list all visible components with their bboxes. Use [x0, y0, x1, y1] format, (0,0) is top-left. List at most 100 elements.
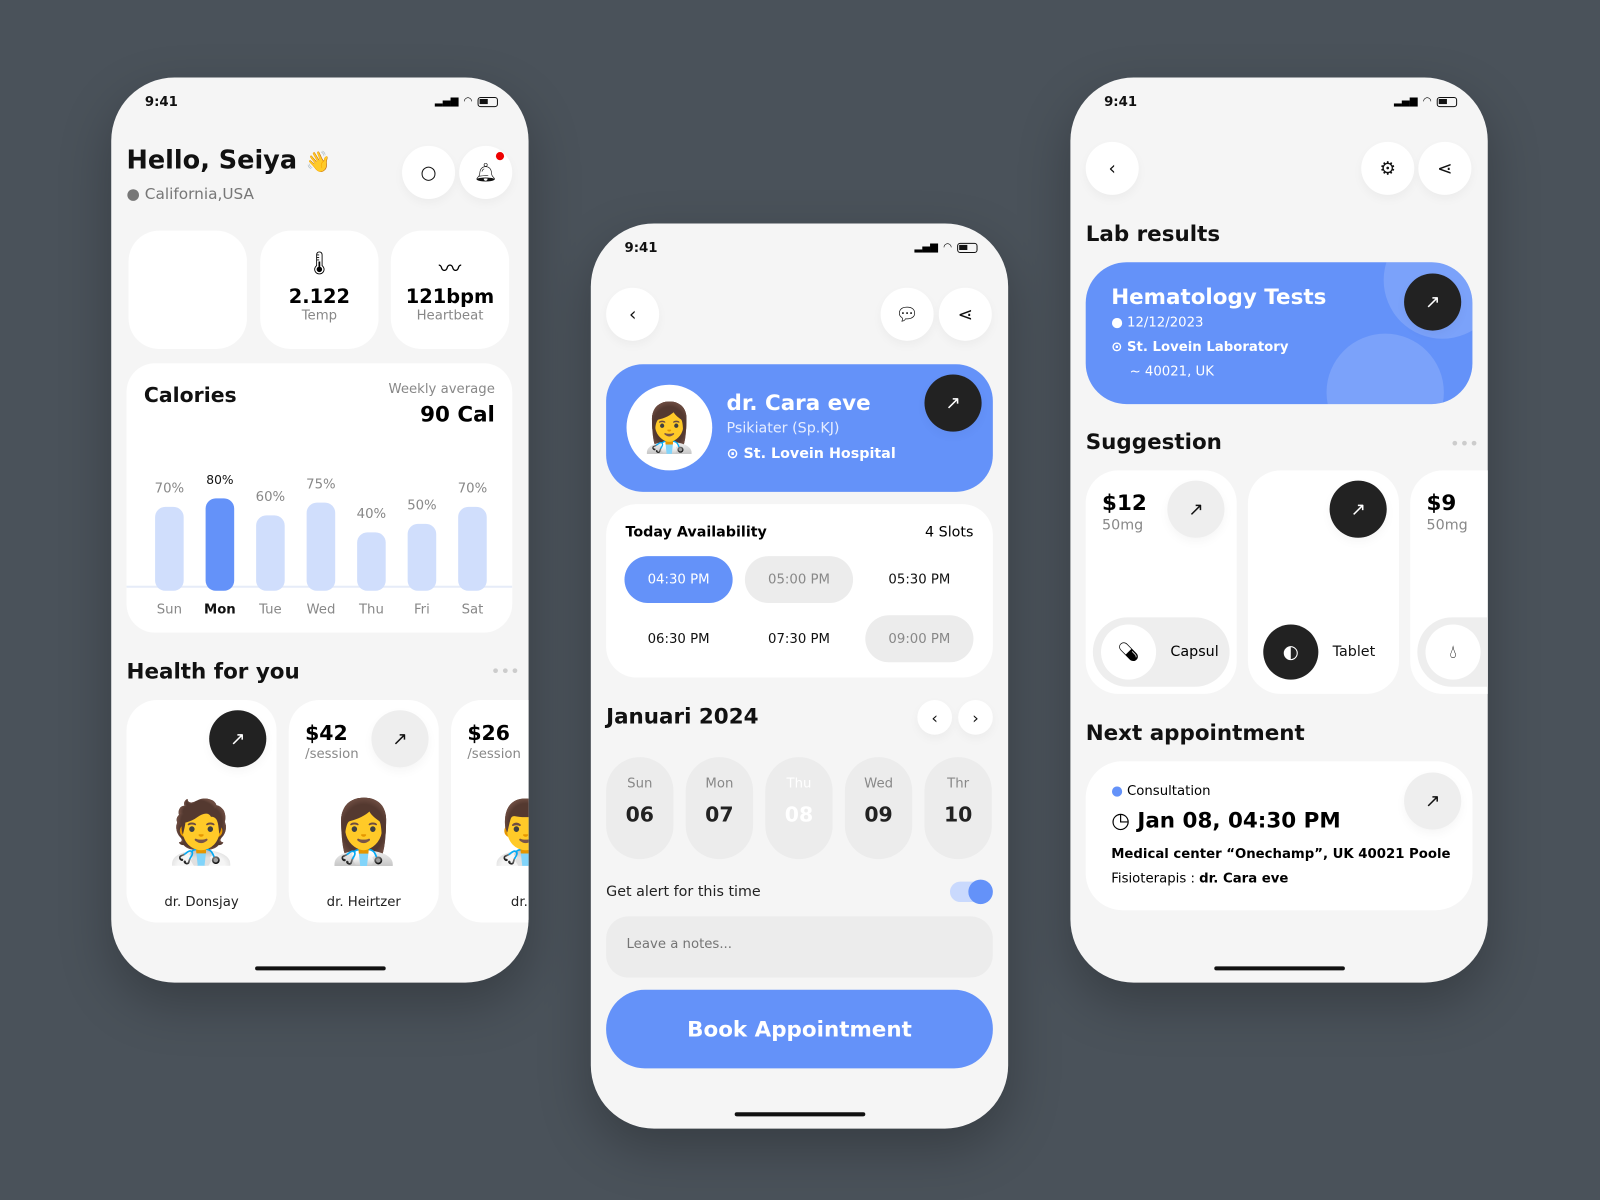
status-icons: ▂▄▆ ◠ — [1394, 95, 1458, 108]
lab-address: ~ 40021, UK — [1129, 364, 1214, 380]
hospital-name: St. Lovein Hospital — [743, 445, 896, 463]
day-name: Thu — [786, 776, 812, 792]
day-button[interactable]: Mon 07 — [685, 757, 754, 860]
chevron-left-icon: ‹ — [628, 303, 637, 325]
day-date: 09 — [864, 802, 893, 827]
med-card[interactable]: $12 50mg ↗ 💊︎ Capsul — [1085, 470, 1237, 694]
settings-button[interactable]: ⚙︎ — [1361, 141, 1415, 195]
more-icon[interactable]: ••• — [491, 661, 520, 680]
shoe-icon: 👟︎ — [173, 251, 203, 277]
pin-icon: ● — [126, 184, 140, 204]
arrow-up-right-icon: ↗ — [1350, 498, 1366, 520]
arrow-up-right-icon: ↗ — [945, 392, 961, 414]
prev-month-button[interactable]: ‹ — [917, 699, 953, 735]
share-button[interactable]: ⋖ — [938, 287, 992, 341]
doctor-profile-card[interactable]: 👩‍⚕️ dr. Cara eve Psikiater (Sp.KJ) ⊙ St… — [606, 364, 993, 492]
day-tick-label: Sun — [157, 602, 182, 617]
doctor-card[interactable]: $26/session 👨‍⚕️ dr. A — [451, 699, 529, 923]
doctor-name: dr. Heirtzer — [326, 894, 401, 911]
stat-label: Heartbeat — [416, 308, 484, 324]
med-form: ◐ Tablet — [1255, 617, 1392, 687]
slot-button[interactable]: 06:30 PM — [624, 615, 732, 662]
wifi-icon: ◠ — [1422, 95, 1432, 108]
open-med-button[interactable]: ↗ — [1329, 480, 1387, 538]
med-card[interactable]: $18 30mg ↗ ◐ Tablet — [1247, 470, 1399, 694]
open-profile-button[interactable]: ↗ — [924, 374, 982, 432]
book-appointment-button[interactable]: Book Appointment — [606, 989, 993, 1069]
bar-value-label: 75% — [306, 477, 335, 492]
appointment-doctor: Fisioterapis : dr. Cara eve — [1111, 871, 1288, 886]
stat-steps[interactable]: 👟︎ 5.342 Steps — [128, 230, 247, 349]
day-tick-label: Thu — [358, 602, 384, 617]
doctor-card[interactable]: $34/visit ↗ 🧑‍⚕️ dr. Donsjay — [126, 699, 277, 923]
calories-chart: 70% Sun 80% Mon 60% Tue 75% Wed 40% Thu 50% Fri 70% S… — [126, 473, 513, 617]
appointment-time: ◷ Jan 08, 04:30 PM — [1111, 808, 1340, 832]
calories-bar[interactable] — [458, 506, 487, 591]
open-test-button[interactable]: ↗ — [1404, 273, 1462, 331]
lab-title: Lab results — [1085, 221, 1221, 246]
status-icons: ▂▄▆ ◠ — [435, 96, 498, 107]
calories-bar[interactable] — [407, 523, 437, 591]
stat-temp[interactable]: 🌡︎ 2.122 Temp — [260, 230, 379, 349]
stat-label: Steps — [169, 308, 207, 324]
slot-button[interactable]: 04:30 PM — [624, 556, 733, 604]
open-button[interactable]: ↗ — [209, 710, 267, 768]
lab-test-card[interactable]: Hematology Tests ● 12/12/2023 ⊙ St. Love… — [1085, 262, 1473, 405]
day-button[interactable]: Sun 06 — [606, 757, 674, 860]
arrow-up-right-icon: ↗ — [1188, 498, 1204, 520]
day-tick-label: Sat — [462, 602, 484, 617]
calories-bar[interactable] — [306, 502, 336, 591]
back-button[interactable]: ‹ — [1085, 141, 1139, 195]
med-price: $12 — [1102, 490, 1147, 516]
back-button[interactable]: ‹ — [606, 287, 660, 341]
bar-value-label: 40% — [357, 507, 386, 522]
bar-value-label: 80% — [206, 473, 233, 487]
search-button[interactable]: ○ — [402, 145, 456, 199]
notes-input[interactable] — [606, 916, 993, 978]
test-name: Hematology Tests — [1111, 284, 1327, 310]
status-time: 9:41 — [624, 240, 658, 257]
open-appointment-button[interactable]: ↗ — [1404, 772, 1462, 830]
slot-button[interactable]: 07:30 PM — [745, 615, 853, 662]
suggestion-title: Suggestion — [1085, 429, 1222, 455]
chat-button[interactable]: 💬︎ — [880, 287, 934, 341]
day-button[interactable]: Thr 10 — [924, 757, 992, 860]
day-button[interactable]: Thu 08 — [765, 757, 833, 860]
calories-bar[interactable] — [357, 532, 386, 591]
day-tick-label: Mon — [204, 602, 236, 617]
stat-value: 121bpm — [405, 285, 495, 309]
arrow-up-right-icon: ↗ — [230, 728, 246, 750]
calories-bar[interactable] — [155, 506, 184, 591]
open-button[interactable]: ↗ — [371, 710, 429, 768]
availability-card: Today Availability 4 Slots 04:30 PM 05:0… — [606, 504, 993, 678]
stat-heartbeat[interactable]: 〰 121bpm Heartbeat — [390, 230, 510, 349]
day-date: 08 — [784, 802, 814, 827]
doctor-name: dr. Cara eve — [726, 390, 871, 416]
notifications-button[interactable]: 🔔︎ — [459, 145, 513, 199]
day-button[interactable]: Wed 09 — [844, 757, 913, 860]
med-form-label: Capsul — [1170, 643, 1219, 661]
alert-toggle[interactable] — [949, 879, 993, 905]
next-month-button[interactable]: › — [958, 699, 993, 735]
stat-value: 2.122 — [288, 285, 351, 309]
price-unit: /session — [467, 746, 521, 763]
slot-button[interactable]: 05:00 PM — [744, 556, 854, 604]
open-med-button[interactable]: ↗ — [1167, 480, 1225, 538]
chevron-right-icon: › — [972, 707, 979, 728]
slot-button[interactable]: 05:30 PM — [865, 556, 973, 603]
arrow-up-right-icon: ↗ — [1424, 790, 1441, 812]
doctor-name: dr. Cara eve — [1199, 871, 1289, 887]
availability-title: Today Availability — [625, 524, 767, 541]
status-time: 9:41 — [144, 94, 178, 111]
slot-button[interactable]: 09:00 PM — [865, 615, 974, 663]
med-card[interactable]: $9 50mg 💧︎ — [1410, 470, 1488, 694]
gear-icon: ⚙︎ — [1379, 157, 1396, 180]
more-icon[interactable]: ••• — [1450, 434, 1479, 453]
location: ● California,USA — [127, 185, 254, 203]
day-name: Sun — [627, 776, 653, 792]
calories-bar[interactable] — [256, 515, 285, 591]
appointment-card[interactable]: ● Consultation ◷ Jan 08, 04:30 PM Medica… — [1085, 761, 1473, 911]
share-button[interactable]: ⋖ — [1418, 141, 1472, 195]
calories-bar[interactable] — [205, 498, 235, 591]
doctor-card[interactable]: $42/session ↗ 👩‍⚕️ dr. Heirtzer — [288, 699, 439, 923]
